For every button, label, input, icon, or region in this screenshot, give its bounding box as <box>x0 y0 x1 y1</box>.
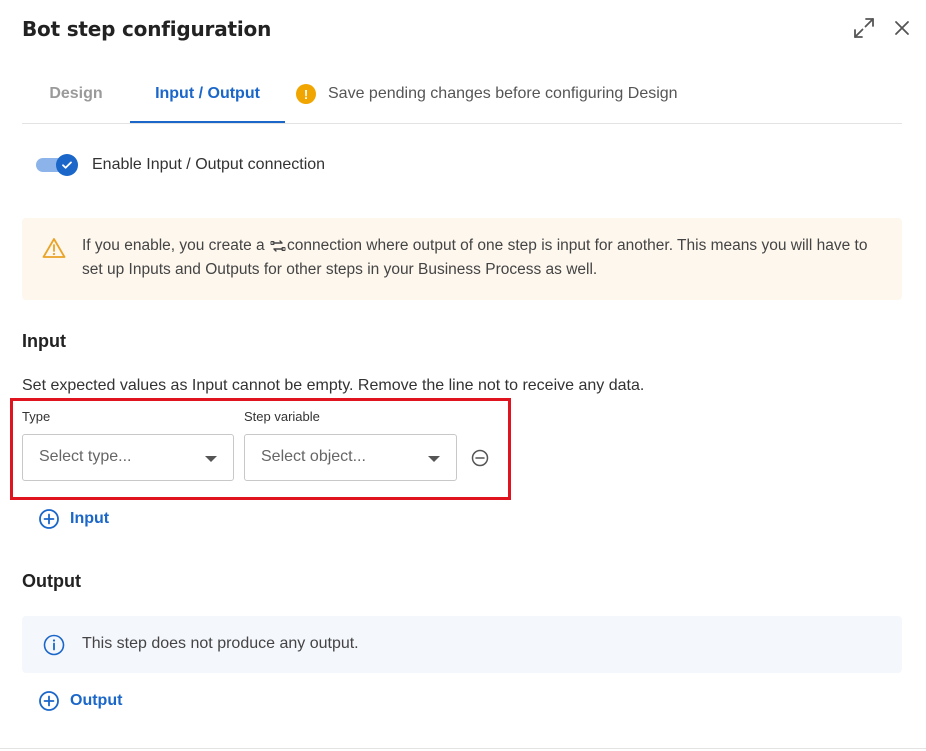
warning-alert: If you enable, you create a connection w… <box>22 218 902 300</box>
plus-circle-icon <box>39 691 59 711</box>
add-input-label: Input <box>70 510 110 527</box>
warning-triangle-icon <box>42 237 66 264</box>
header-actions <box>850 14 916 42</box>
step-variable-field-label: Step variable <box>244 409 320 424</box>
exclamation-icon: ! <box>296 84 316 104</box>
io-connection-toggle-label: Enable Input / Output connection <box>92 156 326 173</box>
step-variable-select[interactable]: Select object... <box>244 434 457 481</box>
toggle-knob <box>56 154 78 176</box>
output-info-text: This step does not produce any output. <box>82 635 359 652</box>
close-icon[interactable] <box>888 14 916 42</box>
remove-input-row-icon[interactable] <box>470 448 490 468</box>
warning-alert-text: If you enable, you create a connection w… <box>82 234 882 282</box>
expand-icon[interactable] <box>850 14 878 42</box>
pending-changes-text: Save pending changes before configuring … <box>328 85 678 102</box>
plus-circle-icon <box>39 509 59 529</box>
output-heading: Output <box>22 571 81 591</box>
add-output-button[interactable]: Output <box>38 690 122 712</box>
io-connection-toggle-row: Enable Input / Output connection <box>36 154 325 176</box>
input-description: Set expected values as Input cannot be e… <box>22 377 645 394</box>
dialog-title: Bot step configuration <box>22 17 272 41</box>
checkmark-icon <box>62 161 72 169</box>
type-select-placeholder: Select type... <box>39 448 132 465</box>
chevron-down-icon <box>205 456 217 462</box>
add-input-button[interactable]: Input <box>38 508 109 530</box>
input-heading: Input <box>22 331 66 351</box>
output-info-box: This step does not produce any output. <box>22 616 902 673</box>
footer-divider <box>0 748 926 749</box>
io-connection-toggle[interactable] <box>36 154 78 176</box>
alert-text-start: If you enable, you create a <box>82 237 269 254</box>
pending-changes-notice: ! Save pending changes before configurin… <box>296 84 678 104</box>
tab-bar: Design Input / Output ! Save pending cha… <box>22 66 902 124</box>
connection-icon <box>270 240 286 252</box>
chevron-down-icon <box>428 456 440 462</box>
tab-input-output[interactable]: Input / Output <box>130 66 285 123</box>
type-field-label: Type <box>22 409 51 424</box>
add-output-label: Output <box>70 692 123 709</box>
tab-design[interactable]: Design <box>22 66 130 123</box>
type-select[interactable]: Select type... <box>22 434 234 481</box>
info-icon <box>43 634 65 661</box>
step-variable-select-placeholder: Select object... <box>261 448 366 465</box>
